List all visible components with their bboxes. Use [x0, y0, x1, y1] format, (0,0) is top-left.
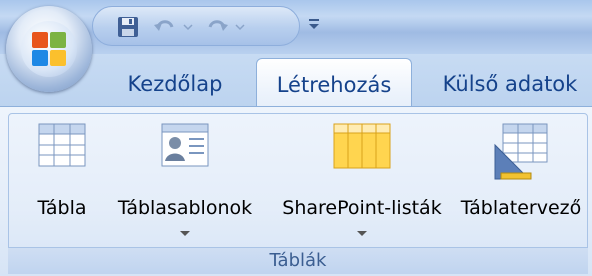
sharepoint-lists-label: SharePoint-listák — [282, 197, 442, 219]
tab-label: Létrehozás — [276, 72, 392, 97]
table-design-icon — [494, 123, 548, 180]
office-button[interactable] — [6, 6, 92, 92]
tab-letrehozas[interactable]: Létrehozás — [256, 58, 412, 110]
quick-access-toolbar — [92, 6, 300, 46]
chevron-down-icon — [235, 24, 245, 31]
tab-kezdolap[interactable]: Kezdőlap — [110, 60, 240, 108]
customize-qat-icon — [309, 19, 319, 29]
redo-dropdown-button[interactable] — [233, 13, 247, 41]
sharepoint-lists-button[interactable]: SharePoint-listák — [270, 117, 454, 245]
tab-label: Külső adatok — [442, 72, 578, 96]
table-templates-label: Táblasablonok — [117, 197, 253, 219]
table-templates-icon — [161, 123, 209, 167]
office-logo-icon — [32, 32, 66, 66]
redo-icon — [208, 20, 228, 31]
group-label-bar: Táblák — [8, 247, 588, 274]
sharepoint-lists-icon — [333, 123, 391, 169]
undo-icon — [154, 20, 174, 31]
undo-dropdown-button[interactable] — [181, 13, 195, 41]
save-icon — [118, 17, 138, 37]
customize-qat-button[interactable] — [304, 10, 324, 38]
table-icon — [38, 123, 86, 167]
dropdown-arrow-icon — [357, 231, 367, 236]
chevron-down-icon — [183, 24, 193, 31]
group-label: Táblák — [269, 250, 327, 271]
ribbon-panel: Tábla Táblasablonok SharePoint-listák Tá… — [0, 106, 592, 276]
tab-label: Kezdőlap — [127, 72, 223, 96]
table-design-label: Táblatervező — [460, 197, 582, 219]
table-design-button[interactable]: Táblatervező — [454, 117, 588, 245]
table-button[interactable]: Tábla — [20, 117, 104, 245]
dropdown-arrow-icon — [180, 231, 190, 236]
table-templates-button[interactable]: Táblasablonok — [110, 117, 260, 245]
table-button-label: Tábla — [37, 197, 87, 219]
save-button[interactable] — [113, 13, 143, 41]
tab-kulso-adatok[interactable]: Külső adatok — [428, 60, 592, 108]
redo-button[interactable] — [201, 13, 233, 41]
undo-button[interactable] — [149, 13, 181, 41]
